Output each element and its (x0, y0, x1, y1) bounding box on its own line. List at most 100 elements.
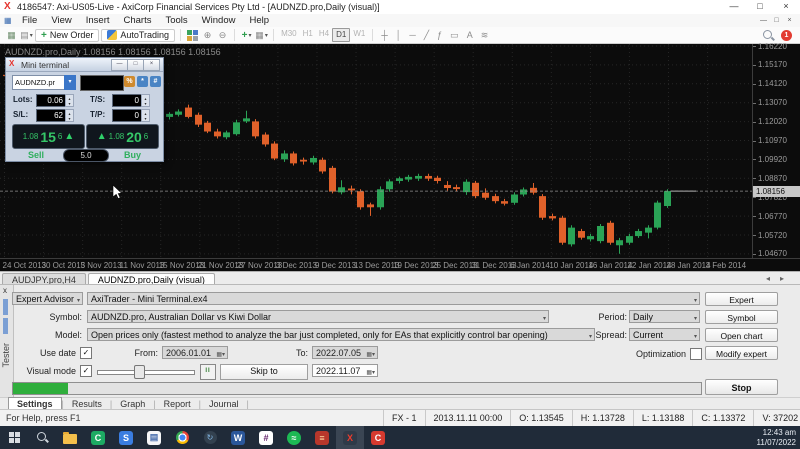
open-chart-button[interactable]: Open chart (705, 328, 778, 342)
visual-mode-checkbox[interactable]: ✓ (80, 365, 92, 377)
skip-date-field[interactable]: 2022.11.07▦▾ (312, 364, 378, 377)
trendline-tool-icon[interactable]: ╱ (420, 30, 433, 41)
taskbar-recorder-app[interactable]: C (364, 426, 392, 449)
taskbar-start-button[interactable] (0, 426, 28, 449)
taskbar-notes-app[interactable]: ▤ (140, 426, 168, 449)
mdi-minimize-button[interactable]: — (757, 15, 770, 26)
menu-item-window[interactable]: Window (195, 14, 243, 27)
mdi-restore-button[interactable]: □ (770, 15, 783, 26)
optimization-checkbox[interactable] (690, 348, 702, 360)
taskbar-word[interactable]: W (224, 426, 252, 449)
to-date-field[interactable]: 2022.07.05▦▾ (312, 346, 378, 359)
taskbar-clock[interactable]: 12:43 am 11/07/2022 (757, 428, 796, 447)
buy-button[interactable]: Buy (124, 150, 141, 160)
sell-button[interactable]: Sell (28, 150, 44, 160)
timeframe-d1[interactable]: D1 (332, 28, 350, 42)
modify-expert-button[interactable]: Modify expert (705, 346, 778, 360)
date-axis[interactable]: 24 Oct 201330 Oct 20135 Nov 201311 Nov 2… (0, 258, 800, 272)
take-profit-input[interactable]: 0 (112, 109, 142, 122)
mdi-close-button[interactable]: × (783, 15, 796, 26)
grid-button[interactable]: # (150, 76, 161, 87)
timeframe-w1[interactable]: W1 (350, 28, 368, 40)
symbol-select[interactable]: AUDNZD.pro, Australian Dollar vs Kiwi Do… (87, 310, 549, 323)
profiles-icon[interactable]: ▤▾ (19, 29, 34, 42)
autotrading-button[interactable]: AutoTrading (101, 29, 175, 42)
visual-speed-slider-thumb[interactable] (134, 365, 145, 379)
horizontal-line-tool-icon[interactable]: ─ (405, 30, 419, 41)
taskbar-slack[interactable]: # (252, 426, 280, 449)
taskbar-snagit[interactable]: S (112, 426, 140, 449)
from-date-field[interactable]: 2006.01.01▦▾ (162, 346, 228, 359)
tab-scroll-right-icon[interactable]: ▸ (780, 274, 784, 283)
percent-button[interactable]: % (124, 76, 135, 87)
stop-loss-input[interactable]: 62 (36, 109, 66, 122)
stop-button[interactable]: Stop (705, 379, 778, 395)
zoom-in-icon[interactable]: ⊕ (200, 29, 215, 42)
indicators-icon[interactable]: +▾ (239, 29, 254, 42)
fibonacci-tool-icon[interactable]: ƒ (433, 30, 446, 41)
minimize-button[interactable]: — (722, 0, 746, 13)
symbol-select-chevron-icon[interactable]: ▾ (64, 75, 76, 90)
symbol-select[interactable]: AUDNZD.pr (12, 75, 66, 90)
pause-button[interactable]: II (200, 364, 216, 380)
mini-terminal-title-bar[interactable]: X Mini terminal — □ × (6, 58, 163, 72)
mini-maximize-button[interactable]: □ (127, 59, 144, 71)
period-select[interactable]: Daily▾ (629, 310, 700, 323)
price-axis[interactable]: 1.162201.151701.141201.130701.120201.109… (752, 44, 800, 258)
symbol-properties-button[interactable]: Symbol properties (705, 310, 778, 324)
new-order-button[interactable]: +New Order (35, 29, 99, 42)
trailing-stop-stepper[interactable]: ▴▾ (141, 94, 150, 107)
crosshair-tool-icon[interactable]: ┼ (377, 30, 391, 41)
model-select[interactable]: Open prices only (fastest method to anal… (87, 328, 595, 341)
taskbar-spotify[interactable]: ≈ (280, 426, 308, 449)
mini-close-button[interactable]: × (143, 59, 160, 71)
use-date-checkbox[interactable]: ✓ (80, 347, 92, 359)
lots-stepper[interactable]: ▴▾ (65, 94, 74, 107)
zoom-out-icon[interactable]: ⊖ (215, 29, 230, 42)
taskbar-sync-app[interactable]: ↻ (196, 426, 224, 449)
settings-button[interactable]: * (137, 76, 148, 87)
timeframe-h4[interactable]: H4 (316, 28, 332, 40)
arrows-tool-icon[interactable]: ≋ (477, 30, 493, 41)
expert-select[interactable]: AxiTrader - Mini Terminal.ex4▾ (87, 292, 700, 305)
timeframe-h1[interactable]: H1 (300, 28, 316, 40)
tester-close-button[interactable]: x (3, 286, 7, 295)
expert-properties-button[interactable]: Expert properties (705, 292, 778, 306)
skip-to-button[interactable]: Skip to (220, 364, 308, 380)
buy-panel[interactable]: ▲ 1.08206 (86, 124, 159, 149)
chevron-down-icon: ▾ (30, 32, 33, 39)
mini-minimize-button[interactable]: — (111, 59, 128, 71)
maximize-button[interactable]: □ (748, 0, 772, 13)
taskbar-chrome[interactable] (168, 426, 196, 449)
stop-loss-stepper[interactable]: ▴▾ (65, 109, 74, 122)
vertical-line-tool-icon[interactable]: │ (392, 30, 406, 41)
trailing-stop-input[interactable]: 0 (112, 94, 142, 107)
menu-item-help[interactable]: Help (242, 14, 276, 27)
lots-input[interactable]: 0.06 (36, 94, 66, 107)
new-chart-icon[interactable]: ▦ (4, 29, 19, 42)
taskbar-metatrader-axi[interactable]: X (336, 426, 364, 449)
taskbar-file-explorer[interactable] (56, 426, 84, 449)
periods-icon[interactable]: ▦▾ (254, 29, 269, 42)
take-profit-stepper[interactable]: ▴▾ (141, 109, 150, 122)
menu-item-tools[interactable]: Tools (158, 14, 194, 27)
taskbar-trading-app[interactable]: ≡ (308, 426, 336, 449)
menu-item-view[interactable]: View (44, 14, 78, 27)
visual-speed-slider[interactable] (97, 370, 195, 375)
tile-windows-icon[interactable] (185, 29, 200, 42)
close-button[interactable]: × (774, 0, 798, 13)
notification-badge[interactable]: 1 (781, 30, 792, 41)
search-icon[interactable] (762, 29, 775, 42)
spread-select[interactable]: Current▾ (629, 328, 700, 341)
menu-item-file[interactable]: File (15, 14, 44, 27)
timeframe-m30[interactable]: M30 (278, 28, 300, 40)
tab-scroll-left-icon[interactable]: ◂ (766, 274, 770, 283)
taskbar-search-button[interactable] (28, 426, 56, 449)
text-label-tool-icon[interactable]: A (463, 30, 477, 41)
expert-type-select[interactable]: Expert Advisor▾ (12, 292, 83, 305)
menu-item-charts[interactable]: Charts (117, 14, 159, 27)
sell-panel[interactable]: 1.08156 ▲ (12, 124, 85, 149)
menu-item-insert[interactable]: Insert (79, 14, 117, 27)
taskbar-camtasia[interactable]: C (84, 426, 112, 449)
shapes-tool-icon[interactable]: ▭ (446, 30, 463, 41)
